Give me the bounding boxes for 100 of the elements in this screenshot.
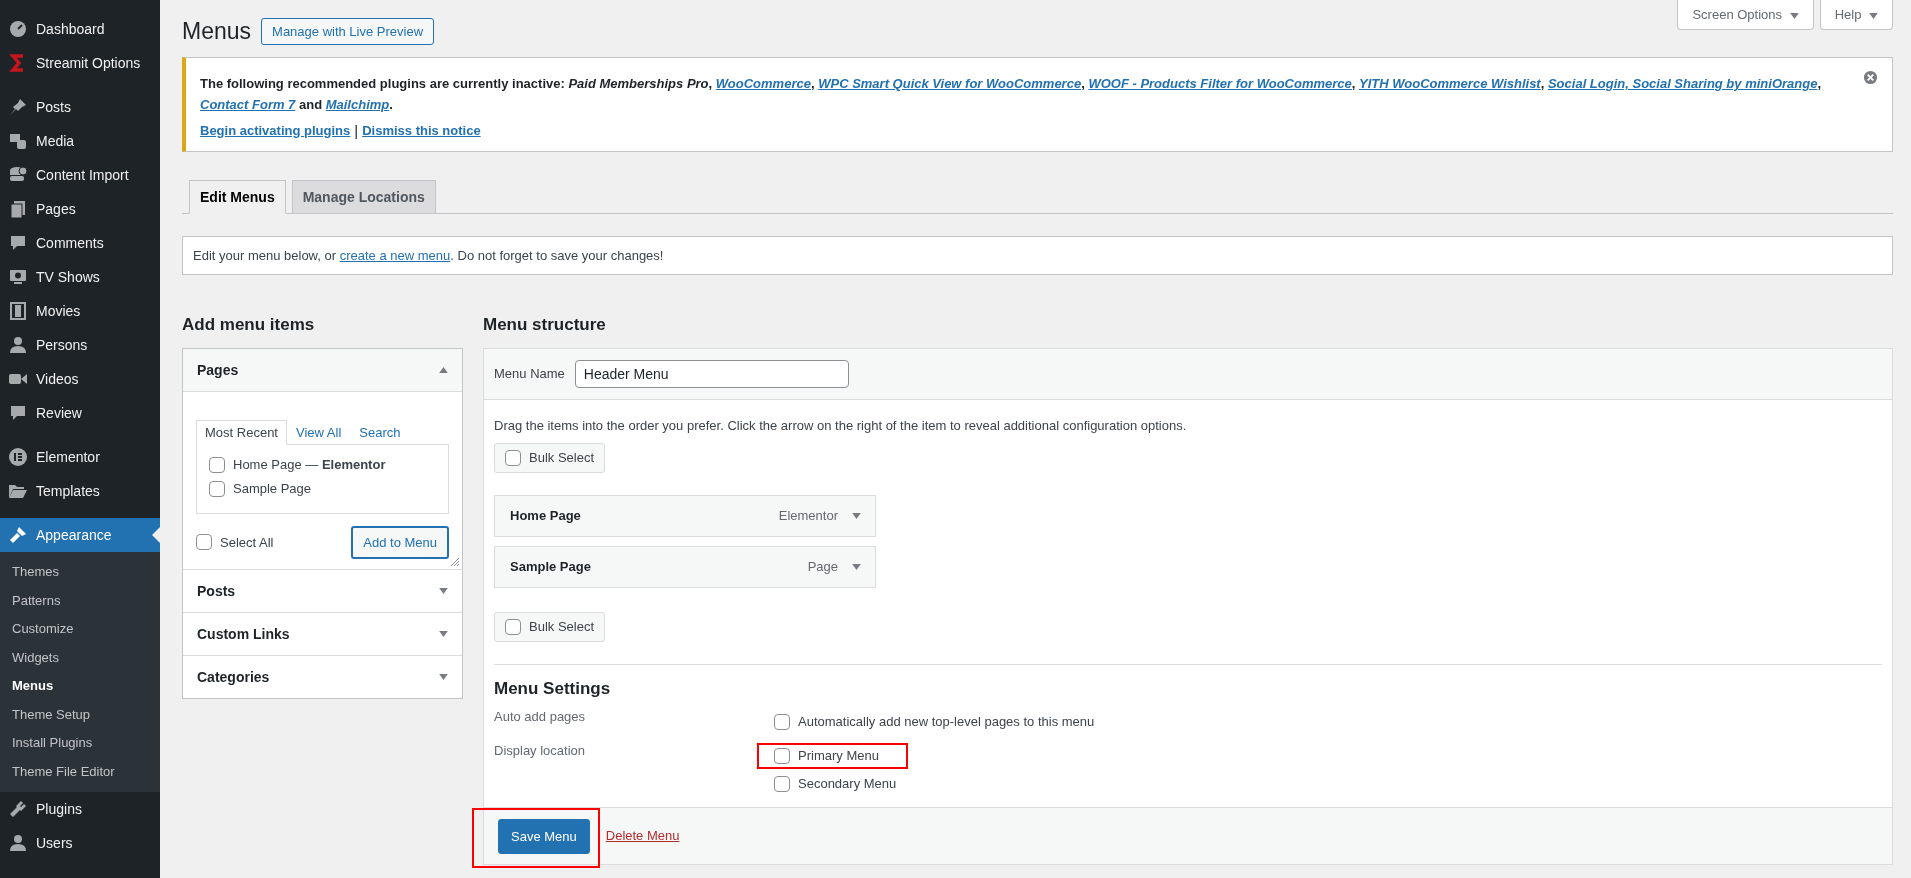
submenu-item[interactable]: Theme File Editor	[0, 757, 160, 786]
checkbox[interactable]	[209, 456, 225, 473]
plugin-link[interactable]: Social Login, Social Sharing by miniOrange	[1547, 76, 1818, 91]
instructions-text: Drag the items into the order you prefer. Click the arrow on the right of the item to reveal additional configuration options.	[494, 417, 1188, 433]
sidebar-item[interactable]: Plugins	[0, 792, 160, 826]
sidebar-item[interactable]: Elementor	[0, 440, 160, 474]
sidebar-item[interactable]: Comments	[0, 226, 160, 260]
checkbox-label: Secondary Menu	[798, 776, 897, 792]
checkbox[interactable]	[196, 534, 212, 551]
notice-text: The following recommended plugins are currently inactive: Paid Memberships Pro, WooCommerce, WPC Smart Quick View for WooCommerce, WOOF - Products Filter for WooCommerce, YITH WooCommerce Wishlist, Social Login, Social Sharing by miniOrange, Contact Form 7 and Mailchimp.	[200, 75, 1823, 114]
submenu-item[interactable]: Themes	[0, 558, 160, 587]
notice-link[interactable]: Begin activating plugins	[200, 122, 351, 138]
save-menu-button[interactable]: Save Menu	[498, 818, 590, 854]
speech-bubble-icon	[8, 233, 28, 253]
person-icon	[8, 833, 28, 853]
page-title: Menus	[182, 18, 252, 45]
checkbox[interactable]	[774, 713, 790, 730]
plugin-link[interactable]: Contact Form 7	[200, 96, 296, 112]
sidebar-item[interactable]: Dashboard	[0, 12, 160, 46]
submenu-item[interactable]: Install Plugins	[0, 729, 160, 758]
paintbrush-icon	[8, 525, 28, 545]
setting-label: Display location	[494, 742, 587, 760]
caret-icon[interactable]	[439, 673, 448, 680]
tab[interactable]: Manage Locations	[291, 179, 436, 214]
live-preview-button[interactable]: Manage with Live Preview	[261, 18, 435, 45]
person-icon	[8, 335, 28, 355]
section-heading: Add menu items	[182, 314, 316, 335]
field-label: Menu Name	[494, 366, 565, 382]
checkbox[interactable]	[774, 747, 790, 764]
checkbox-label: Automatically add new top-level pages to this menu	[798, 714, 1095, 730]
sidebar-item[interactable]: Persons	[0, 328, 160, 362]
caret-icon[interactable]	[439, 366, 448, 373]
caret-icon[interactable]	[439, 630, 448, 637]
checkbox[interactable]	[209, 480, 225, 497]
menu-item-bar[interactable]: Home Page Elementor	[494, 494, 876, 537]
accordion-header[interactable]: Custom Links	[183, 611, 462, 655]
accordion-header[interactable]: Pages	[183, 348, 462, 392]
pin-icon	[8, 97, 28, 117]
tab[interactable]: View All	[287, 419, 351, 444]
menu-name-field[interactable]: Header Menu	[574, 359, 849, 388]
accordion-header[interactable]: Categories	[183, 654, 462, 698]
sidebar-item[interactable]: Content Import	[0, 158, 160, 192]
plugin-link[interactable]: YITH WooCommerce Wishlist	[1359, 76, 1541, 91]
sidebar-item[interactable]: Videos	[0, 362, 160, 396]
sidebar-item[interactable]: Appearance	[0, 518, 160, 552]
section-heading: Menu structure	[483, 314, 607, 335]
accordion-header[interactable]: Posts	[183, 568, 462, 612]
checkbox-label: Primary Menu	[798, 748, 879, 764]
delete-menu-link[interactable]: Delete Menu	[605, 828, 680, 844]
checkbox[interactable]	[774, 775, 790, 792]
menu-item-title: Home Page	[510, 508, 582, 524]
tab[interactable]: Edit Menus	[189, 179, 286, 214]
menu-item-bar[interactable]: Sample Page Page	[494, 545, 876, 588]
resize-handle-icon[interactable]	[450, 556, 460, 567]
menu-item-title: Sample Page	[510, 559, 592, 575]
sidebar-item[interactable]: Movies	[0, 294, 160, 328]
info-text: Edit your menu below, or create a new menu. Do not forget to save your changes!	[193, 247, 665, 263]
separator: |	[354, 121, 359, 139]
submenu-item[interactable]: Patterns	[0, 586, 160, 615]
media-icon	[8, 131, 28, 151]
sidebar-item[interactable]: Media	[0, 124, 160, 158]
monitor-icon	[8, 267, 28, 287]
close-icon[interactable]	[1863, 70, 1878, 85]
caret-icon[interactable]	[1869, 13, 1878, 19]
caret-icon[interactable]	[852, 563, 861, 570]
settings-heading: Menu Settings	[494, 678, 612, 699]
caret-icon[interactable]	[852, 512, 861, 519]
add-to-menu-button[interactable]: Add to Menu	[351, 525, 449, 559]
submenu-item[interactable]: Menus	[0, 672, 160, 701]
sidebar-item[interactable]: Pages	[0, 192, 160, 226]
speech-bubble-icon	[8, 403, 28, 423]
checkbox-label: Select All	[220, 534, 274, 550]
bulk-select-button[interactable]: Bulk Select	[494, 611, 606, 642]
submenu-item[interactable]: Theme Setup	[0, 700, 160, 729]
circle-logo-icon	[8, 447, 28, 467]
sidebar-item[interactable]: Templates	[0, 474, 160, 508]
pages-icon	[8, 199, 28, 219]
dropdown-tab-button[interactable]: Screen Options	[1677, 0, 1814, 30]
caret-icon[interactable]	[439, 587, 448, 594]
submenu-item[interactable]: Customize	[0, 615, 160, 644]
plugin-link[interactable]: WOOF - Products Filter for WooCommerce	[1088, 76, 1352, 91]
bulk-select-button[interactable]: Bulk Select	[494, 442, 606, 473]
menu-item-type: Page	[807, 559, 838, 575]
plugin-link[interactable]: WooCommerce	[715, 76, 811, 91]
tab[interactable]: Most Recent	[196, 419, 287, 445]
film-icon	[8, 301, 28, 321]
tab[interactable]: Search	[350, 419, 410, 444]
sidebar-item[interactable]: Streamit Options	[0, 46, 160, 80]
setting-label: Auto add pages	[494, 708, 587, 726]
sidebar-item[interactable]: Users	[0, 826, 160, 860]
checkbox-label: Home Page — Elementor	[233, 457, 386, 473]
sidebar-item[interactable]: Posts	[0, 90, 160, 124]
checkbox-label: Sample Page	[233, 481, 312, 497]
plugin-name: Paid Memberships Pro	[568, 76, 709, 91]
dropdown-tab-button[interactable]: Help	[1819, 0, 1893, 30]
submenu-item[interactable]: Widgets	[0, 643, 160, 672]
notice-link[interactable]: Dismiss this notice	[362, 122, 481, 138]
caret-icon[interactable]	[1789, 13, 1799, 19]
sidebar-item[interactable]: Review	[0, 396, 160, 430]
sidebar-item[interactable]: TV Shows	[0, 260, 160, 294]
